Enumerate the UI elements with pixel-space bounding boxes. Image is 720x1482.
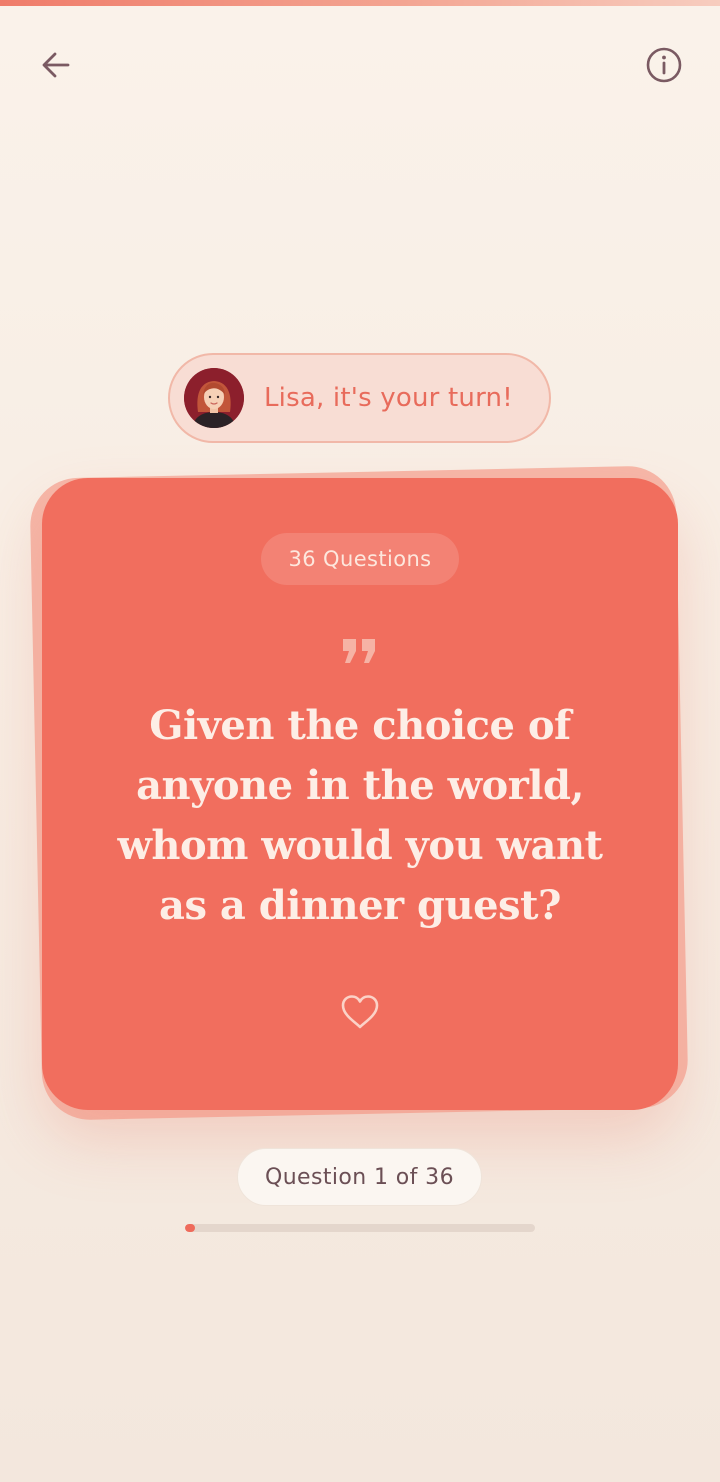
info-circle-icon — [646, 47, 682, 83]
quote-icon — [343, 639, 375, 663]
player-avatar — [184, 368, 244, 428]
arrow-left-icon — [42, 52, 70, 78]
top-accent-bar — [0, 0, 720, 6]
favorite-button[interactable] — [336, 990, 384, 1034]
question-counter: Question 1 of 36 — [237, 1148, 482, 1206]
deck-badge: 36 Questions — [261, 533, 459, 585]
progress-fill — [185, 1224, 195, 1232]
turn-message: Lisa, it's your turn! — [264, 383, 513, 413]
question-card[interactable]: 36 Questions Given the choice of anyone … — [42, 478, 678, 1110]
question-text: Given the choice of anyone in the world,… — [117, 702, 603, 929]
back-button[interactable] — [34, 43, 78, 87]
progress-bar — [185, 1224, 535, 1232]
info-button[interactable] — [642, 43, 686, 87]
turn-indicator: Lisa, it's your turn! — [168, 353, 551, 443]
heart-outline-icon — [341, 995, 379, 1029]
